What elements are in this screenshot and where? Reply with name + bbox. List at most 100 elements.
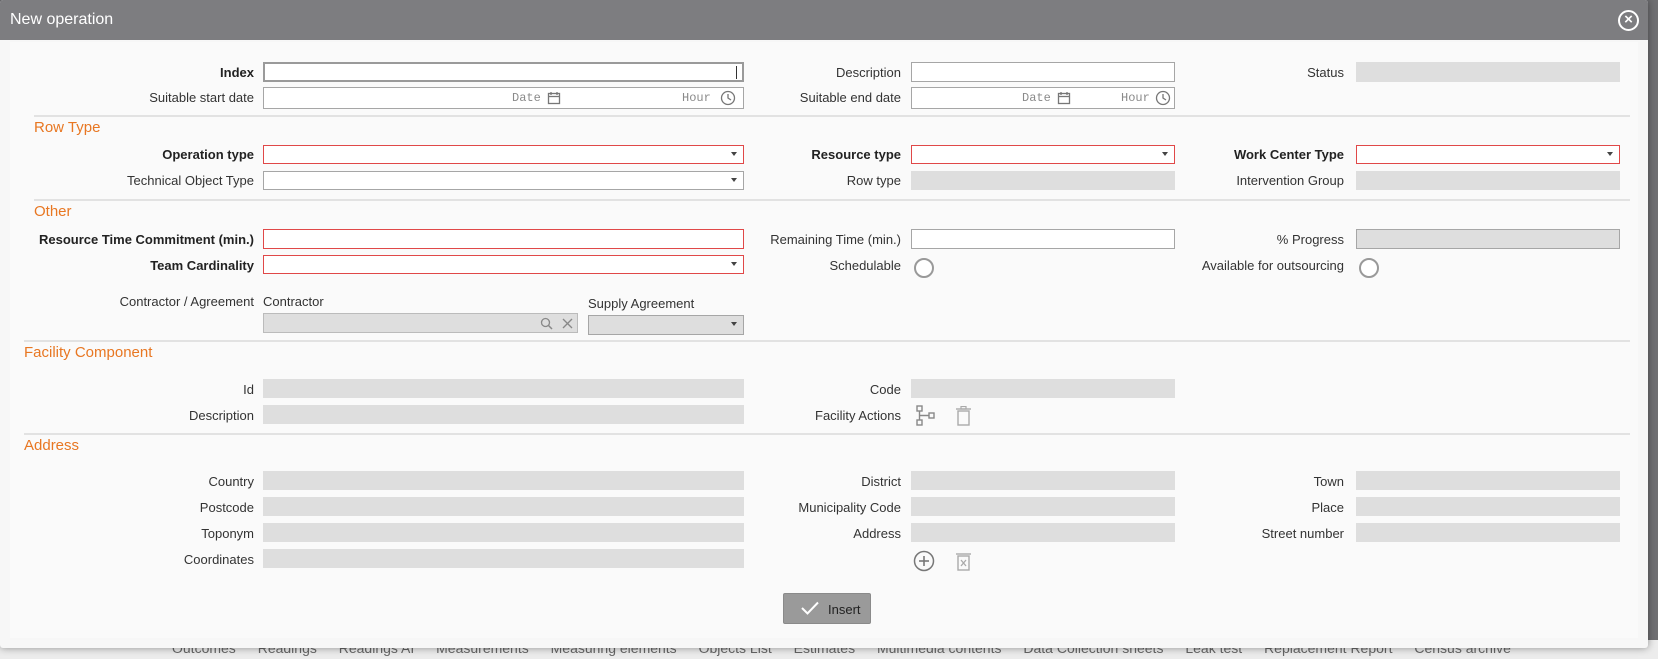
toponym-label: Toponym [201,526,254,541]
index-label: Index [220,65,254,80]
chevron-down-icon [731,322,737,326]
add-circle-icon[interactable] [913,550,935,572]
district-field [911,471,1175,490]
dialog-title: New operation [10,11,114,28]
outsourcing-toggle[interactable] [1359,258,1379,278]
schedulable-toggle[interactable] [914,258,934,278]
postcode-field [263,497,744,516]
insert-button[interactable]: Insert [783,593,871,624]
other-section-title: Other [34,203,72,220]
facility-code-label: Code [869,382,901,397]
status-label: Status [1307,65,1344,80]
intervention-group-field [1356,171,1620,190]
clear-icon[interactable] [562,318,573,329]
municipality-code-label: Municipality Code [798,500,901,515]
facility-code-field [911,379,1175,398]
clock-icon[interactable] [720,90,736,106]
search-icon[interactable] [540,317,553,330]
place-label: Place [1311,500,1344,515]
dialog-body: Index Description Status Suitable start … [10,42,1638,638]
resource-time-input[interactable] [263,229,744,249]
facility-description-field [263,405,744,424]
supply-agreement-label: Supply Agreement [588,296,695,311]
postcode-label: Postcode [199,500,254,515]
chevron-down-icon [731,152,737,156]
calendar-icon[interactable] [1057,91,1071,105]
close-icon[interactable]: × [1618,10,1639,31]
new-operation-dialog: New operation × Index Description Status… [0,0,1648,648]
progress-field [1356,229,1620,249]
calendar-icon[interactable] [547,91,561,105]
schedulable-label: Schedulable [829,258,901,273]
chevron-down-icon [731,262,737,266]
text-cursor [736,66,737,79]
operation-type-label: Operation type [162,147,254,162]
chevron-down-icon [1607,152,1613,156]
checkmark-icon [801,601,819,615]
row-type-field [911,171,1175,190]
toponym-field [263,523,744,542]
street-number-label: Street number [1261,526,1344,541]
coordinates-label: Coordinates [183,552,254,567]
intervention-group-label: Intervention Group [1236,173,1344,188]
description-label: Description [835,65,901,80]
facility-id-label: Id [243,382,254,397]
resource-type-select[interactable] [911,145,1175,164]
start-hour-placeholder: Hour [682,91,711,105]
end-date-label: Suitable end date [799,90,901,105]
coordinates-field [263,549,744,568]
progress-label: % Progress [1276,232,1344,247]
end-datetime-field[interactable]: Date Hour [911,87,1175,109]
town-field [1356,471,1620,490]
divider [24,340,1630,342]
divider [24,433,1630,435]
work-center-type-select[interactable] [1356,145,1620,164]
facility-id-field [263,379,744,398]
remaining-time-input[interactable] [911,229,1175,249]
address-section-title: Address [24,437,80,454]
start-datetime-field[interactable]: Date Hour [263,87,744,109]
chevron-down-icon [1162,152,1168,156]
municipality-code-field [911,497,1175,516]
district-label: District [861,474,901,489]
supply-agreement-select[interactable] [588,315,744,335]
description-input[interactable] [911,62,1175,82]
facility-actions-label: Facility Actions [815,408,901,423]
dialog-titlebar: New operation × [0,0,1648,40]
start-date-placeholder: Date [512,91,541,105]
start-date-label: Suitable start date [149,90,254,105]
remaining-time-label: Remaining Time (min.) [770,232,901,247]
address-field [911,523,1175,542]
end-hour-placeholder: Hour [1121,91,1150,105]
row-type-section-title: Row Type [34,119,101,136]
operation-type-select[interactable] [263,145,744,164]
chevron-down-icon [731,178,737,182]
index-input[interactable] [263,62,744,82]
divider [34,199,1630,201]
trash-icon[interactable] [956,406,971,426]
status-field [1356,62,1620,82]
contractor-agreement-label: Contractor / Agreement [119,294,254,309]
divider [34,115,1630,117]
row-type-label: Row type [846,173,901,188]
outsourcing-label: Available for outsourcing [1201,258,1344,273]
country-label: Country [208,474,254,489]
street-number-field [1356,523,1620,542]
contractor-label: Contractor [263,294,324,309]
delete-icon[interactable] [956,551,971,571]
technical-object-type-select[interactable] [263,171,744,190]
resource-time-label: Resource Time Commitment (min.) [38,232,254,247]
end-date-placeholder: Date [1022,91,1051,105]
team-cardinality-select[interactable] [263,255,744,274]
facility-section-title: Facility Component [24,344,153,361]
clock-icon[interactable] [1155,90,1171,106]
resource-type-label: Resource type [811,147,901,162]
technical-object-type-label: Technical Object Type [127,173,254,188]
town-label: Town [1313,474,1344,489]
hierarchy-icon[interactable] [916,405,936,427]
address-label: Address [853,526,901,541]
country-field [263,471,744,490]
contractor-lookup[interactable] [263,313,578,333]
work-center-type-label: Work Center Type [1233,147,1344,162]
facility-description-label: Description [188,408,254,423]
